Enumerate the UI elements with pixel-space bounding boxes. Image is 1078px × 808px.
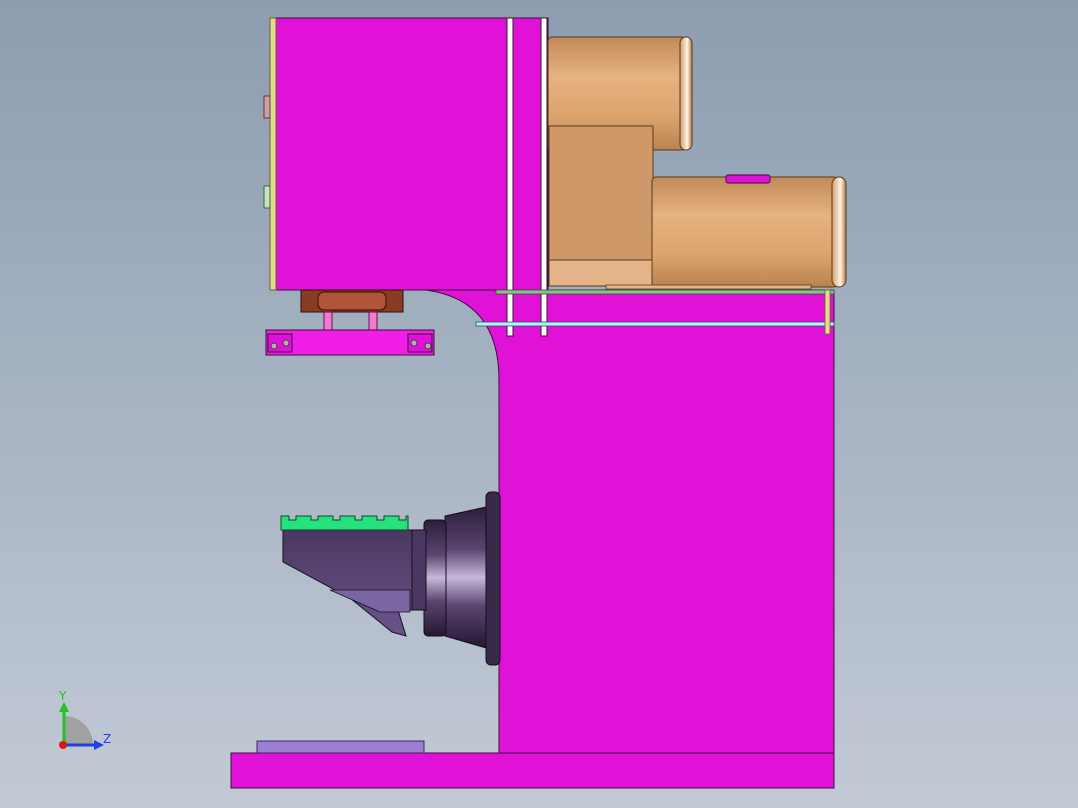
lower-motor [651, 176, 839, 288]
panel-switch-red [263, 95, 271, 119]
control-panel [269, 17, 277, 291]
panel-switch-green [263, 185, 271, 209]
bolt-icon [410, 339, 418, 347]
side-bolt [824, 289, 831, 335]
t-slot-table [280, 515, 409, 531]
bolt-icon [282, 339, 290, 347]
chuck-ring [423, 519, 447, 637]
y-axis-arrow [59, 702, 69, 712]
machine-model[interactable]: Y Z [0, 0, 1078, 808]
motor-terminal-box [725, 174, 771, 184]
guide-rod-left [506, 17, 514, 337]
ram-cylinder-inner [317, 291, 387, 311]
ram-rod-left [323, 311, 333, 331]
gearbox-lower [548, 259, 654, 287]
cad-viewport[interactable]: Y Z [0, 0, 1078, 808]
base-pad [256, 740, 425, 754]
ram-rod-right [368, 311, 378, 331]
worktable-arm [282, 529, 413, 637]
top-rail-cyan [475, 321, 835, 327]
bolt-icon [424, 342, 432, 350]
lower-motor-cap [831, 176, 847, 288]
triad-quadrant [64, 716, 93, 745]
upper-motor-cap [679, 36, 693, 151]
x-axis-dot [59, 741, 67, 749]
base-plate [230, 752, 835, 789]
axis-triad: Y Z [58, 689, 111, 750]
guide-rod-right [540, 17, 548, 337]
chuck-cone [444, 506, 487, 649]
y-axis-label: Y [58, 689, 67, 703]
top-rail-green [495, 289, 835, 295]
chuck-flange [485, 491, 501, 666]
motor-mount-plate [605, 284, 812, 290]
z-axis-label: Z [103, 732, 111, 746]
bolt-icon [270, 342, 278, 350]
